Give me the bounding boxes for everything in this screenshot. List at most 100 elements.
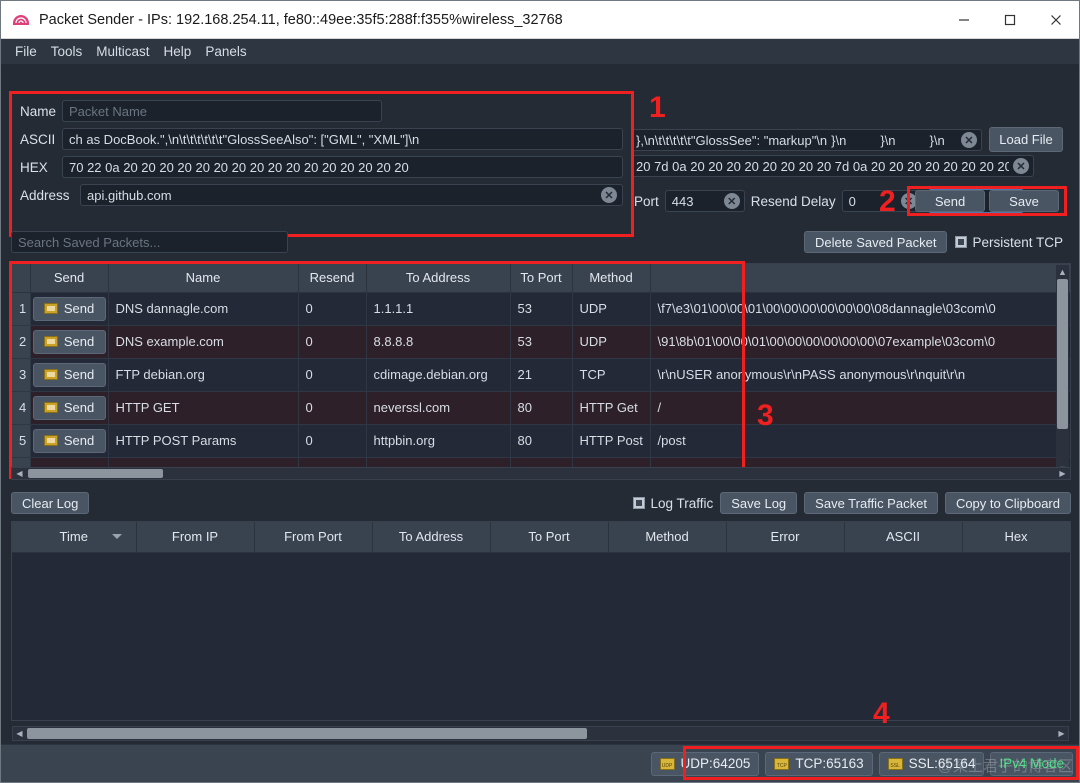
log-col-from-ip[interactable]: From IP — [136, 522, 254, 552]
row-send-cell[interactable]: Send — [30, 424, 108, 457]
packet-editor-panel: Name Packet Name ASCII ch as DocBook.",\… — [9, 91, 634, 237]
table-row[interactable]: 4 Send HTTP GET 0 neverssl.com 80 HTTP G… — [12, 391, 1071, 424]
ascii-input-continued[interactable]: },\n\t\t\t\t\t"GlossSee": "markup"\n }\n… — [634, 129, 982, 151]
row-send-button[interactable]: Send — [33, 396, 106, 420]
delete-saved-packet-button[interactable]: Delete Saved Packet — [804, 231, 947, 253]
maximize-button[interactable] — [987, 1, 1033, 38]
row-name: HTTP GET — [108, 391, 298, 424]
row-send-button[interactable]: Send — [33, 429, 106, 453]
address-row: Address api.github.com ✕ — [20, 184, 623, 206]
row-send-cell[interactable]: Send — [30, 325, 108, 358]
status-ssl-port[interactable]: SSL SSL:65164 — [879, 752, 985, 776]
log-col-to-port[interactable]: To Port — [490, 522, 608, 552]
log-col-from-port[interactable]: From Port — [254, 522, 372, 552]
scroll-thumb[interactable] — [28, 469, 163, 478]
scroll-up-icon[interactable]: ▲ — [1056, 265, 1069, 278]
status-udp-label: UDP:64205 — [681, 756, 751, 771]
name-label: Name — [20, 104, 54, 119]
log-col-method[interactable]: Method — [608, 522, 726, 552]
address-clear-icon[interactable]: ✕ — [601, 187, 617, 203]
row-send-label: Send — [64, 367, 94, 382]
col-to-address[interactable]: To Address — [366, 264, 510, 292]
packets-horizontal-scrollbar[interactable]: ◀ ▶ — [11, 467, 1071, 480]
menu-help[interactable]: Help — [158, 41, 198, 62]
scroll-thumb[interactable] — [27, 728, 587, 739]
scroll-left-icon[interactable]: ◀ — [13, 727, 26, 740]
saved-packets-table[interactable]: Send Name Resend To Address To Port Meth… — [11, 263, 1071, 477]
save-traffic-packet-button[interactable]: Save Traffic Packet — [804, 492, 938, 514]
hex-row: HEX 70 22 0a 20 20 20 20 20 20 20 20 20 … — [20, 156, 623, 178]
row-send-button[interactable]: Send — [33, 297, 106, 321]
menu-multicast[interactable]: Multicast — [90, 41, 155, 62]
search-input[interactable]: Search Saved Packets... — [11, 231, 288, 253]
address-input[interactable]: api.github.com ✕ — [80, 184, 623, 206]
scroll-thumb[interactable] — [1057, 279, 1068, 429]
scroll-right-icon[interactable]: ▶ — [1055, 727, 1068, 740]
row-send-button[interactable]: Send — [33, 363, 106, 387]
persistent-tcp-checkbox[interactable]: Persistent TCP — [955, 235, 1063, 250]
table-row[interactable]: 2 Send DNS example.com 0 8.8.8.8 53 UDP … — [12, 325, 1071, 358]
row-send-button[interactable]: Send — [33, 330, 106, 354]
checkbox-icon[interactable] — [955, 236, 967, 248]
table-row[interactable]: 1 Send DNS dannagle.com 0 1.1.1.1 53 UDP… — [12, 292, 1071, 325]
row-send-cell[interactable]: Send — [30, 358, 108, 391]
status-ip-mode[interactable]: IPv4 Mode — [990, 752, 1073, 776]
traffic-log-table[interactable]: Time From IP From Port To Address To Por… — [11, 521, 1071, 721]
row-send-label: Send — [64, 400, 94, 415]
col-name[interactable]: Name — [108, 264, 298, 292]
scroll-right-icon[interactable]: ▶ — [1056, 468, 1069, 479]
menu-file[interactable]: File — [9, 41, 43, 62]
status-udp-port[interactable]: UDP UDP:64205 — [651, 752, 760, 776]
send-button[interactable]: Send — [915, 190, 985, 212]
port-clear-icon[interactable]: ✕ — [724, 193, 740, 209]
row-to-port: 80 — [510, 391, 572, 424]
log-col-time[interactable]: Time — [12, 522, 136, 552]
col-index[interactable] — [12, 264, 30, 292]
status-tcp-port[interactable]: TCP TCP:65163 — [765, 752, 872, 776]
menu-tools[interactable]: Tools — [45, 41, 89, 62]
sort-descending-icon[interactable] — [112, 534, 122, 539]
log-traffic-label: Log Traffic — [650, 496, 713, 511]
log-col-hex[interactable]: Hex — [962, 522, 1070, 552]
col-send[interactable]: Send — [30, 264, 108, 292]
log-col-error[interactable]: Error — [726, 522, 844, 552]
minimize-button[interactable] — [941, 1, 987, 38]
clear-log-button[interactable]: Clear Log — [11, 492, 89, 514]
ascii-clear-icon[interactable]: ✕ — [961, 132, 977, 148]
col-data[interactable] — [650, 264, 1071, 292]
save-log-button[interactable]: Save Log — [720, 492, 797, 514]
ascii-row: ASCII ch as DocBook.",\n\t\t\t\t\t\t"Glo… — [20, 128, 623, 150]
hex-label: HEX — [20, 160, 54, 175]
menu-bar: File Tools Multicast Help Panels — [1, 39, 1079, 65]
port-input[interactable]: 443 ✕ — [665, 190, 745, 212]
log-horizontal-scrollbar[interactable]: ◀ ▶ — [12, 726, 1069, 741]
packets-vertical-scrollbar[interactable]: ▲ ▼ — [1056, 265, 1069, 475]
log-traffic-checkbox[interactable]: Log Traffic — [633, 496, 713, 511]
hex-input-continued[interactable]: 20 7d 0a 20 20 20 20 20 20 20 20 7d 0a 2… — [634, 155, 1034, 177]
save-button[interactable]: Save — [989, 190, 1059, 212]
log-col-ascii[interactable]: ASCII — [844, 522, 962, 552]
col-resend[interactable]: Resend — [298, 264, 366, 292]
table-row[interactable]: 3 Send FTP debian.org 0 cdimage.debian.o… — [12, 358, 1071, 391]
log-grid: Time From IP From Port To Address To Por… — [12, 522, 1071, 553]
row-index: 1 — [12, 292, 30, 325]
hex-input[interactable]: 70 22 0a 20 20 20 20 20 20 20 20 20 20 2… — [62, 156, 623, 178]
packet-icon — [44, 369, 58, 380]
row-send-cell[interactable]: Send — [30, 292, 108, 325]
scroll-left-icon[interactable]: ◀ — [13, 468, 26, 479]
packet-name-input[interactable]: Packet Name — [62, 100, 382, 122]
ascii-input[interactable]: ch as DocBook.",\n\t\t\t\t\t\t"GlossSeeA… — [62, 128, 623, 150]
menu-panels[interactable]: Panels — [199, 41, 252, 62]
close-button[interactable] — [1033, 1, 1079, 38]
row-index: 5 — [12, 424, 30, 457]
table-row[interactable]: 5 Send HTTP POST Params 0 httpbin.org 80… — [12, 424, 1071, 457]
hex-clear-icon[interactable]: ✕ — [1013, 158, 1029, 174]
col-to-port[interactable]: To Port — [510, 264, 572, 292]
col-method[interactable]: Method — [572, 264, 650, 292]
load-file-button[interactable]: Load File — [989, 127, 1063, 152]
copy-to-clipboard-button[interactable]: Copy to Clipboard — [945, 492, 1071, 514]
checkbox-icon[interactable] — [633, 497, 645, 509]
row-send-cell[interactable]: Send — [30, 391, 108, 424]
log-col-to-address[interactable]: To Address — [372, 522, 490, 552]
row-name: FTP debian.org — [108, 358, 298, 391]
